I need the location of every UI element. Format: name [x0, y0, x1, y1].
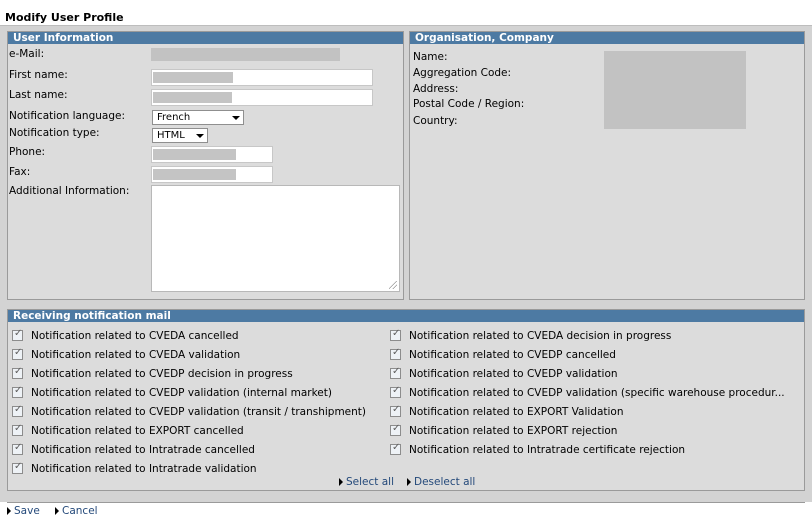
last-name-label: Last name:: [9, 89, 68, 101]
notification-language-select[interactable]: French: [152, 110, 244, 125]
notification-type-label: Notification type:: [9, 127, 100, 139]
select-all-label: Select all: [346, 476, 394, 488]
fax-label: Fax:: [9, 166, 31, 178]
save-label: Save: [14, 505, 40, 517]
org-postal-code-label: Postal Code / Region:: [413, 98, 525, 110]
fax-input[interactable]: [151, 166, 273, 183]
notification-label: Notification related to CVEDA validation: [31, 349, 241, 361]
checkbox-checked-icon[interactable]: [12, 347, 23, 360]
chevron-down-icon: [232, 116, 240, 120]
org-aggregation-code-label: Aggregation Code:: [413, 67, 512, 79]
cancel-label: Cancel: [62, 505, 98, 517]
checkbox-checked-icon[interactable]: [390, 442, 401, 455]
checkbox-checked-icon[interactable]: [12, 442, 23, 455]
chevron-down-icon: [196, 134, 204, 138]
checkbox-checked-icon[interactable]: [12, 423, 23, 436]
notification-label: Notification related to Intratrade certi…: [409, 444, 686, 456]
deselect-all-label: Deselect all: [414, 476, 476, 488]
organisation-values: [604, 51, 746, 129]
notification-label: Notification related to EXPORT Validatio…: [409, 406, 624, 418]
triangle-right-icon: [407, 478, 411, 486]
resize-grip-icon[interactable]: [389, 281, 397, 289]
checkbox-checked-icon[interactable]: [390, 347, 401, 360]
first-name-input[interactable]: [151, 69, 373, 86]
notification-label: Notification related to CVEDP validation…: [31, 387, 332, 399]
notification-label: Notification related to Intratrade valid…: [31, 463, 257, 475]
phone-label: Phone:: [9, 146, 46, 158]
save-button[interactable]: Save: [7, 505, 40, 517]
checkbox-checked-icon[interactable]: [390, 385, 401, 398]
email-value: [151, 48, 340, 61]
checkbox-checked-icon[interactable]: [12, 366, 23, 379]
checkbox-checked-icon[interactable]: [12, 461, 23, 474]
checkbox-checked-icon[interactable]: [12, 328, 23, 341]
triangle-right-icon: [339, 478, 343, 486]
notification-language-value: French: [157, 112, 191, 123]
deselect-all-link[interactable]: Deselect all: [407, 476, 475, 488]
notification-type-value: HTML: [157, 130, 185, 141]
last-name-input[interactable]: [151, 89, 373, 106]
notification-label: Notification related to CVEDA decision i…: [409, 330, 672, 342]
bottom-divider: [7, 502, 805, 503]
triangle-right-icon: [7, 507, 11, 515]
cancel-button[interactable]: Cancel: [55, 505, 98, 517]
notification-label: Notification related to Intratrade cance…: [31, 444, 255, 456]
triangle-right-icon: [55, 507, 59, 515]
phone-input[interactable]: [151, 146, 273, 163]
notification-label: Notification related to CVEDP decision i…: [31, 368, 293, 380]
notification-label: Notification related to CVEDP validation: [409, 368, 618, 380]
email-label: e-Mail:: [9, 48, 45, 60]
checkbox-checked-icon[interactable]: [390, 404, 401, 417]
notification-label: Notification related to EXPORT rejection: [409, 425, 618, 437]
checkbox-checked-icon[interactable]: [390, 423, 401, 436]
select-all-link[interactable]: Select all: [339, 476, 394, 488]
org-name-label: Name:: [413, 51, 448, 63]
checkbox-checked-icon[interactable]: [390, 366, 401, 379]
checkbox-checked-icon[interactable]: [12, 404, 23, 417]
notification-label: Notification related to CVEDP validation…: [31, 406, 367, 418]
organisation-heading: Organisation, Company: [410, 32, 804, 44]
notification-label: Notification related to CVEDA cancelled: [31, 330, 239, 342]
notification-language-label: Notification language:: [9, 110, 126, 122]
org-country-label: Country:: [413, 115, 458, 127]
notification-type-select[interactable]: HTML: [152, 128, 208, 143]
additional-information-label: Additional Information:: [9, 185, 130, 197]
first-name-label: First name:: [9, 69, 68, 81]
notification-label: Notification related to EXPORT cancelled: [31, 425, 244, 437]
org-address-label: Address:: [413, 83, 459, 95]
checkbox-checked-icon[interactable]: [12, 385, 23, 398]
notification-label: Notification related to CVEDP cancelled: [409, 349, 616, 361]
user-information-heading: User Information: [8, 32, 403, 44]
additional-information-textarea[interactable]: [151, 185, 400, 292]
notification-label: Notification related to CVEDP validation…: [409, 387, 785, 399]
notifications-heading: Receiving notification mail: [8, 310, 804, 322]
page-title: Modify User Profile: [5, 11, 124, 24]
checkbox-checked-icon[interactable]: [390, 328, 401, 341]
